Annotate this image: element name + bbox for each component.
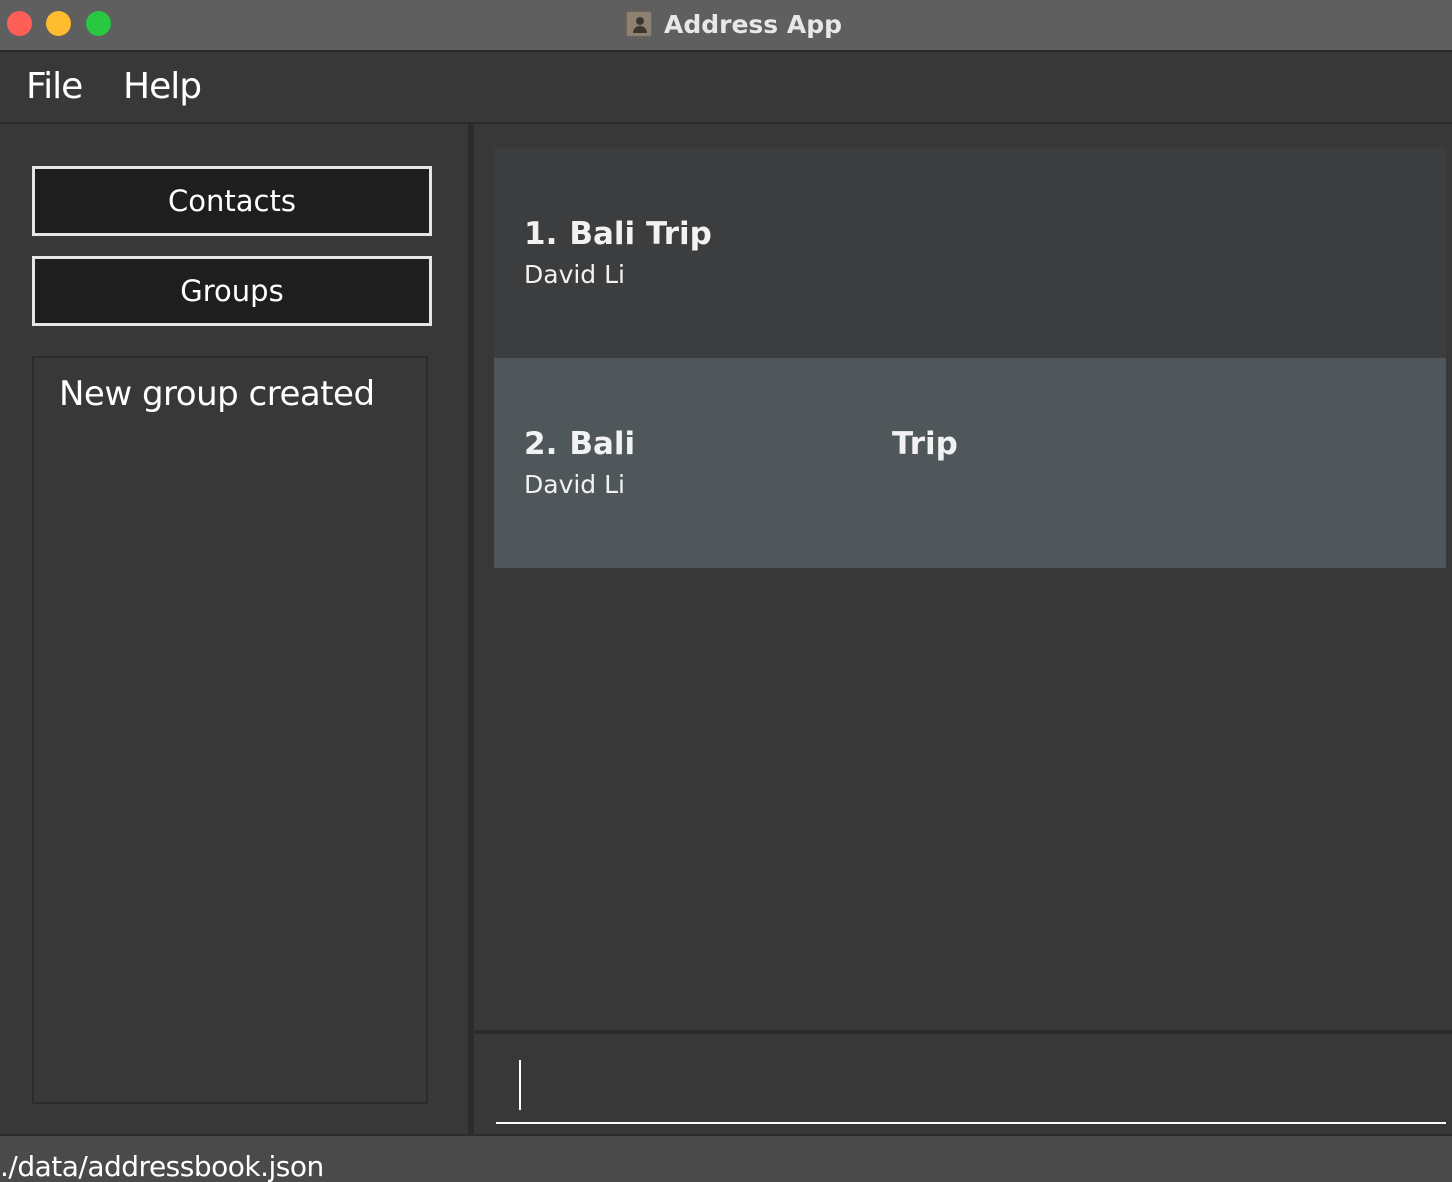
result-message: New group created [59, 374, 375, 414]
group-name-continued: Trip [892, 426, 958, 462]
menu-help[interactable]: Help [123, 66, 202, 107]
save-file-path: ./data/addressbook.json [0, 1150, 324, 1182]
result-display: New group created [32, 356, 428, 1104]
group-index: 2. [524, 426, 558, 462]
group-card[interactable]: 1. Bali Trip David Li [494, 148, 1446, 358]
group-member: David Li [524, 470, 626, 499]
groups-button[interactable]: Groups [32, 256, 432, 326]
group-index: 1. [524, 216, 558, 252]
group-name: Bali Trip [569, 216, 712, 252]
group-member: David Li [524, 260, 626, 289]
close-window-button[interactable] [7, 11, 32, 36]
window-title-group: Address App [626, 8, 842, 40]
group-card-title: 2. Bali Trip [524, 426, 958, 462]
group-card-selected[interactable]: 2. Bali Trip David Li [494, 358, 1446, 568]
app-window: Address App File Help Contacts Groups Ne… [0, 0, 1452, 1182]
command-box [474, 1030, 1452, 1134]
minimize-window-button[interactable] [46, 11, 71, 36]
status-bar: ./data/addressbook.json [0, 1134, 1452, 1182]
text-caret [519, 1060, 521, 1110]
contacts-button[interactable]: Contacts [32, 166, 432, 236]
group-list-panel: 1. Bali Trip David Li 2. Bali Trip David Li [474, 126, 1452, 1030]
group-card-title: 1. Bali Trip [524, 216, 712, 252]
group-name: Bali [569, 426, 636, 462]
window-title: Address App [664, 9, 843, 39]
group-list[interactable]: 1. Bali Trip David Li 2. Bali Trip David Li [494, 148, 1446, 568]
menu-file[interactable]: File [26, 66, 83, 107]
address-book-icon [626, 11, 652, 37]
title-bar[interactable]: Address App [0, 0, 1452, 52]
maximize-window-button[interactable] [86, 11, 111, 36]
command-input[interactable] [496, 1052, 1446, 1124]
menu-bar: File Help [0, 52, 1452, 124]
left-panel: Contacts Groups New group created [0, 124, 474, 1134]
